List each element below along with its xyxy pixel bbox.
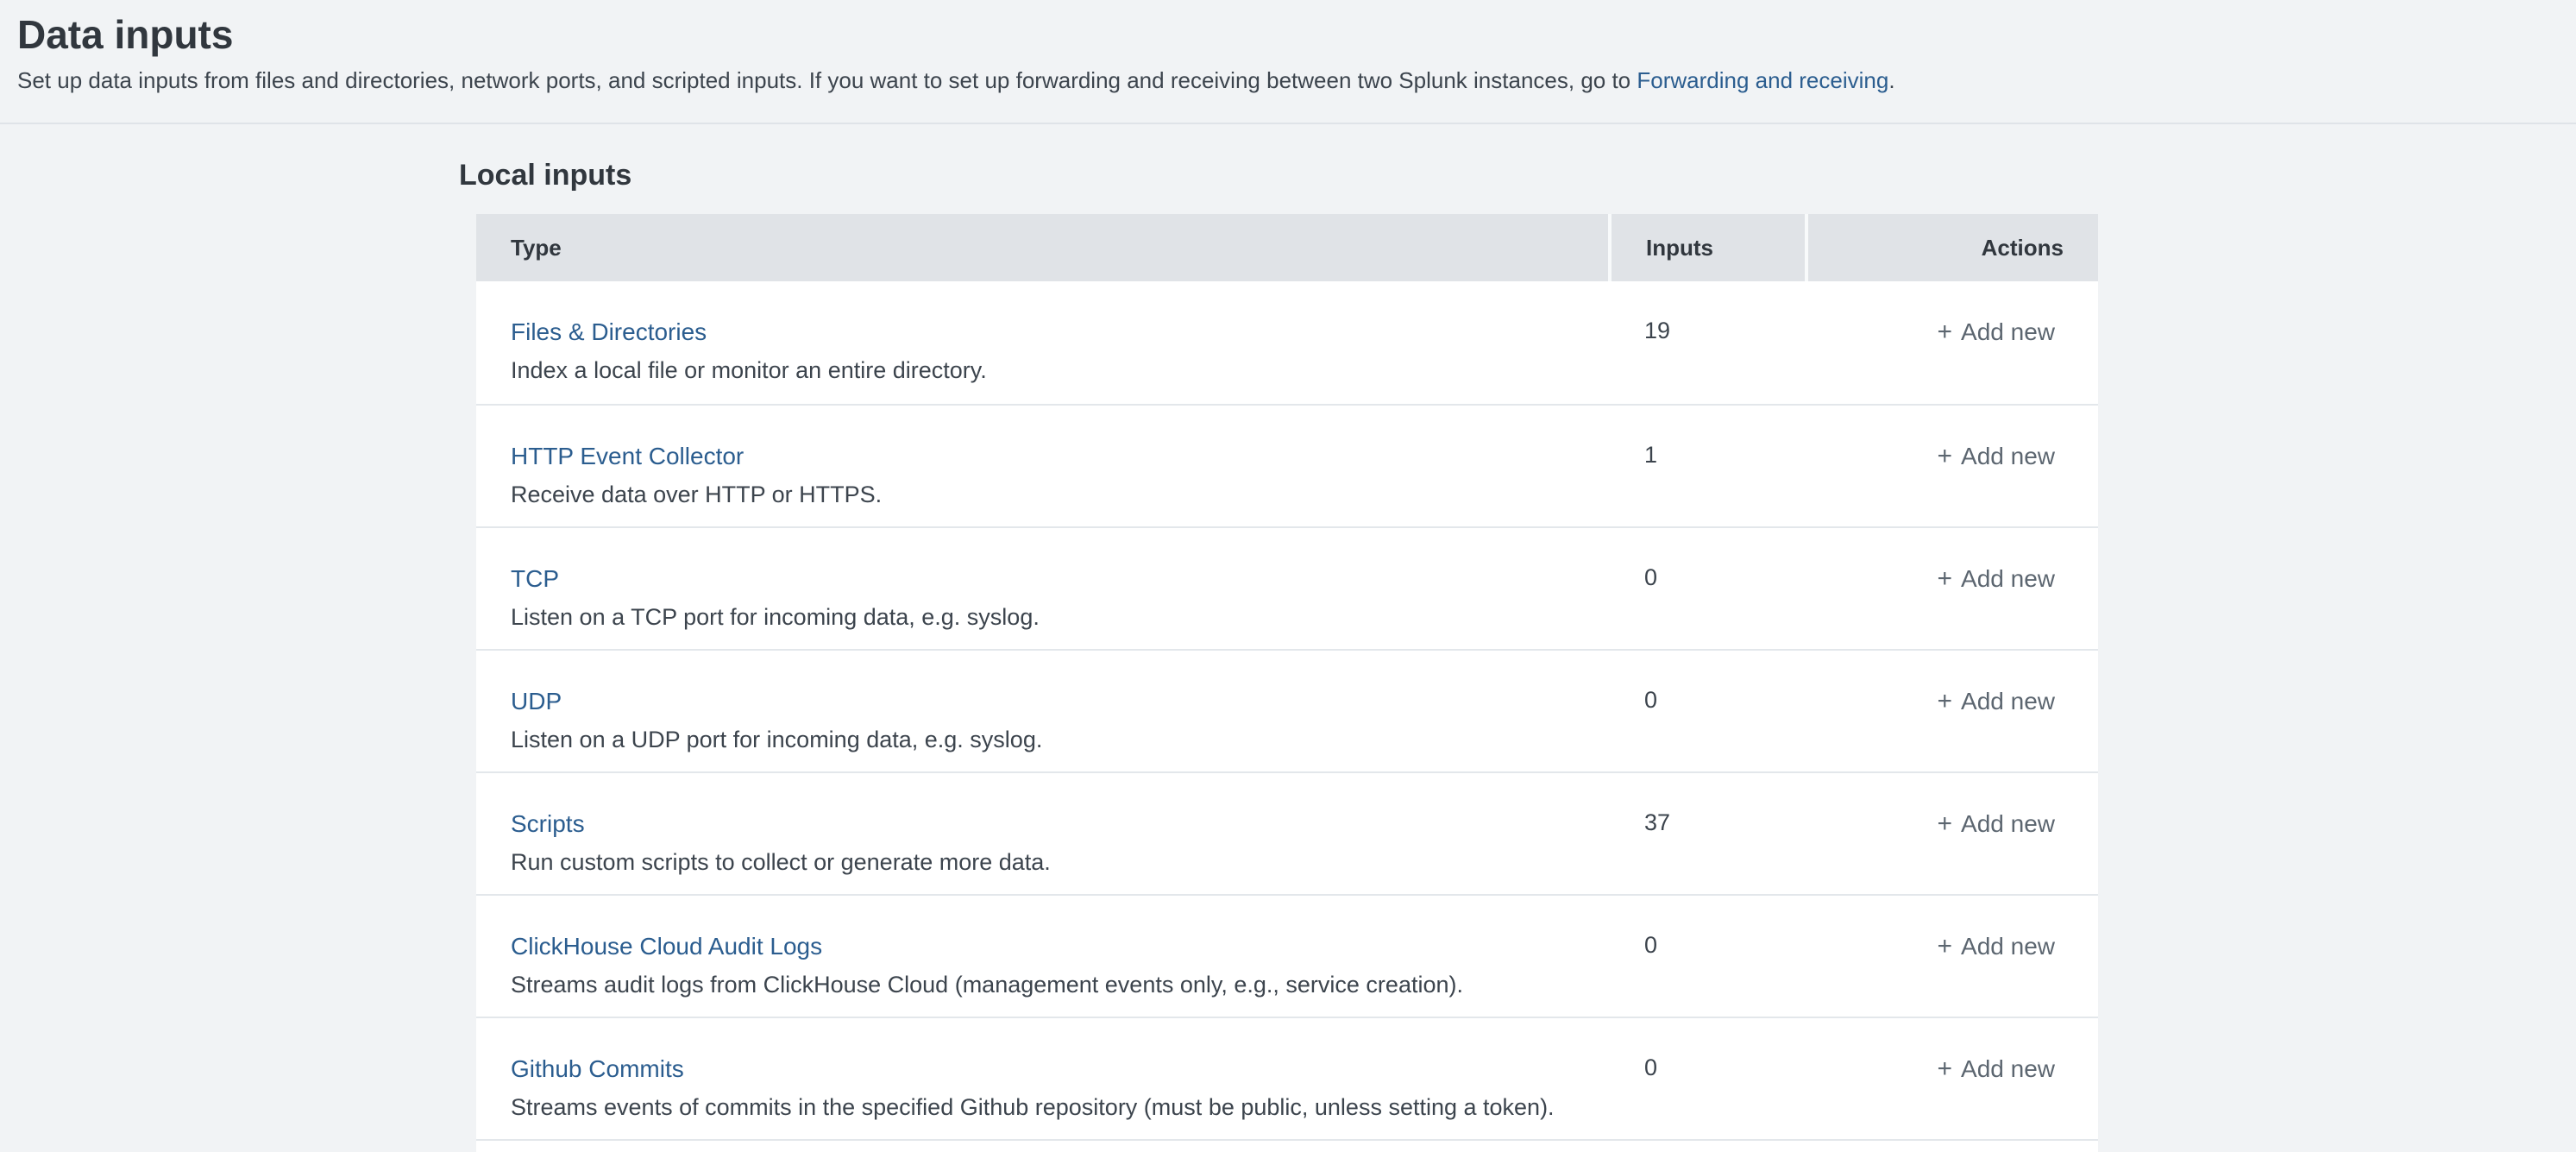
inputs-count: 0	[1610, 526, 1806, 649]
input-type-link[interactable]: Github Commits	[511, 1052, 684, 1083]
inputs-count: 19	[1610, 281, 1806, 404]
local-inputs-table: Type Inputs Actions Files & Directories …	[476, 214, 2098, 1140]
input-type-description: Streams audit logs from ClickHouse Cloud…	[511, 969, 1575, 998]
input-type-description: Streams events of commits in the specifi…	[511, 1092, 1575, 1121]
column-header-actions: Actions	[1806, 214, 2098, 281]
add-new-link[interactable]: + Add new	[1938, 563, 2056, 591]
column-header-inputs: Inputs	[1610, 214, 1806, 281]
add-new-label: Add new	[1961, 809, 2055, 836]
input-type-description: Listen on a TCP port for incoming data, …	[511, 601, 1575, 631]
input-type-link[interactable]: ClickHouse Cloud Audit Logs	[511, 929, 822, 960]
page-header: Data inputs Set up data inputs from file…	[0, 0, 2576, 124]
add-new-label: Add new	[1961, 441, 2055, 469]
input-type-link[interactable]: HTTP Event Collector	[511, 439, 744, 470]
page-subtitle-period: .	[1888, 67, 1894, 93]
input-type-link[interactable]: UDP	[511, 684, 562, 715]
table-row: UDP Listen on a UDP port for incoming da…	[476, 649, 2098, 771]
plus-icon: +	[1938, 686, 1953, 715]
plus-icon: +	[1938, 318, 1953, 347]
plus-icon: +	[1938, 441, 1953, 470]
table-row: Files & Directories Index a local file o…	[476, 281, 2098, 404]
local-inputs-heading: Local inputs	[459, 155, 2576, 197]
inputs-count: 0	[1610, 1017, 1806, 1139]
plus-icon: +	[1938, 931, 1953, 960]
page: Data inputs Set up data inputs from file…	[0, 0, 2576, 1151]
add-new-link[interactable]: + Add new	[1938, 1054, 2056, 1081]
add-new-label: Add new	[1961, 931, 2055, 959]
page-title: Data inputs	[17, 9, 2552, 60]
next-row-peek	[476, 1140, 2098, 1152]
input-type-description: Index a local file or monitor an entire …	[511, 356, 1575, 385]
table-row: HTTP Event Collector Receive data over H…	[476, 404, 2098, 526]
add-new-link[interactable]: + Add new	[1938, 931, 2056, 959]
add-new-label: Add new	[1961, 686, 2055, 714]
add-new-label: Add new	[1961, 1054, 2055, 1081]
inputs-table-body: Files & Directories Index a local file o…	[476, 281, 2098, 1139]
input-type-link[interactable]: TCP	[511, 562, 559, 593]
inputs-count: 0	[1610, 649, 1806, 771]
table-header-row: Type Inputs Actions	[476, 214, 2098, 281]
add-new-label: Add new	[1961, 563, 2055, 591]
page-subtitle-text: Set up data inputs from files and direct…	[17, 67, 1637, 93]
add-new-link[interactable]: + Add new	[1938, 318, 2056, 345]
input-type-link[interactable]: Scripts	[511, 807, 585, 838]
add-new-link[interactable]: + Add new	[1938, 441, 2056, 469]
inputs-count: 0	[1610, 894, 1806, 1017]
input-type-description: Run custom scripts to collect or generat…	[511, 847, 1575, 876]
add-new-label: Add new	[1961, 318, 2055, 345]
page-subtitle: Set up data inputs from files and direct…	[17, 64, 2552, 97]
input-type-description: Listen on a UDP port for incoming data, …	[511, 724, 1575, 753]
table-row: ClickHouse Cloud Audit Logs Streams audi…	[476, 894, 2098, 1017]
plus-icon: +	[1938, 1054, 1953, 1083]
add-new-link[interactable]: + Add new	[1938, 686, 2056, 714]
column-header-type: Type	[476, 214, 1610, 281]
input-type-link[interactable]: Files & Directories	[511, 316, 707, 347]
table-row: Github Commits Streams events of commits…	[476, 1017, 2098, 1139]
add-new-link[interactable]: + Add new	[1938, 809, 2056, 836]
inputs-count: 1	[1610, 404, 1806, 526]
inputs-count: 37	[1610, 771, 1806, 894]
plus-icon: +	[1938, 809, 1953, 838]
table-row: TCP Listen on a TCP port for incoming da…	[476, 526, 2098, 649]
input-type-description: Receive data over HTTP or HTTPS.	[511, 479, 1575, 508]
table-row: Scripts Run custom scripts to collect or…	[476, 771, 2098, 894]
forwarding-and-receiving-link[interactable]: Forwarding and receiving	[1637, 67, 1888, 93]
plus-icon: +	[1938, 563, 1953, 593]
